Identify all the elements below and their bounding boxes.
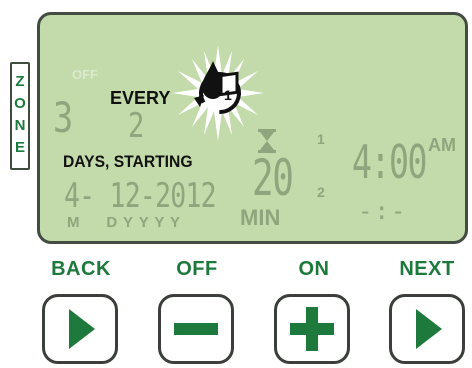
off-label: OFF: [176, 258, 218, 280]
back-label: BACK: [51, 258, 111, 280]
calendar-number: 1: [224, 87, 232, 103]
off-button[interactable]: [158, 294, 234, 364]
back-button[interactable]: [42, 294, 118, 364]
lcd-display: OFF 3 EVERY 1 2 DAYS, STARTING 4- 12-201…: [37, 12, 468, 244]
zone-tab: Z O N E: [10, 62, 30, 170]
every-label: EVERY: [110, 88, 171, 108]
zone-letter: Z: [15, 73, 25, 90]
minus-icon: [174, 323, 218, 335]
interval-number: 2: [128, 106, 145, 146]
on-button[interactable]: [274, 294, 350, 364]
am-indicator: AM: [428, 135, 456, 155]
start-time-1: 4:00: [352, 135, 427, 189]
next-label: NEXT: [399, 258, 455, 280]
next-button[interactable]: [389, 294, 465, 364]
off-indicator: OFF: [72, 67, 98, 82]
run-time: 20: [252, 149, 294, 207]
play-arrow-icon: [69, 309, 95, 349]
on-label: ON: [298, 258, 330, 280]
start-time-2: -:-: [358, 197, 408, 225]
play-arrow-icon: [416, 309, 442, 349]
irrigation-controller: Z O N E OFF 3 EVERY 1 2 DAYS, STARTING 4…: [0, 0, 472, 368]
water-drop-calendar-icon: 1: [172, 45, 264, 141]
zone-letter: O: [14, 95, 26, 112]
zone-letter: E: [14, 139, 25, 156]
zone-number: 3: [53, 93, 74, 142]
run-time-unit: MIN: [240, 205, 281, 230]
plus-icon: [290, 307, 334, 351]
days-starting-label: DAYS, STARTING: [63, 152, 193, 171]
start-date: 4- 12-2012: [64, 176, 217, 216]
date-format-label: M D Y Y Y Y: [67, 214, 181, 231]
zone-letter: N: [14, 117, 26, 134]
program-2-label: 2: [317, 184, 325, 200]
program-1-label: 1: [317, 131, 325, 147]
